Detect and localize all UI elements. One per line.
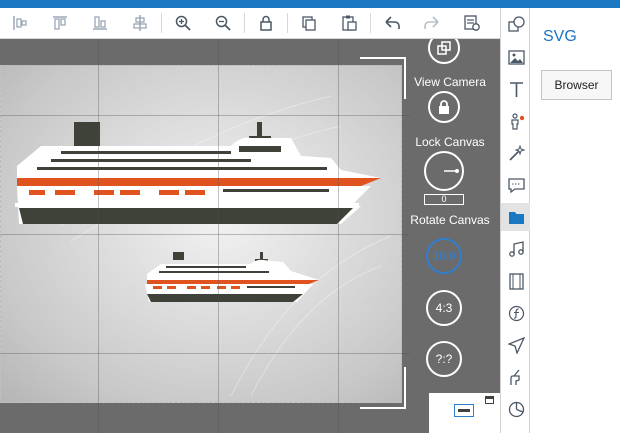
asset-panel: SVG Browser bbox=[530, 8, 620, 433]
music-icon[interactable] bbox=[501, 235, 531, 263]
folder-icon[interactable] bbox=[501, 203, 532, 231]
lock-icon[interactable] bbox=[246, 8, 286, 38]
film-icon[interactable] bbox=[501, 267, 531, 295]
pie-chart-icon[interactable] bbox=[501, 395, 531, 423]
rotate-canvas-dial[interactable] bbox=[424, 151, 464, 191]
view-camera-label: View Camera bbox=[414, 75, 486, 89]
ratio-4-3-button[interactable]: 4:3 bbox=[426, 290, 462, 326]
paste-icon[interactable] bbox=[329, 8, 369, 38]
view-camera-button[interactable] bbox=[428, 39, 460, 64]
workspace[interactable]: View Camera Lock Canvas 0 Rotate Canvas … bbox=[0, 39, 500, 433]
toolbar-separator bbox=[287, 13, 288, 33]
title-strip bbox=[0, 0, 620, 8]
align-bottom-icon[interactable] bbox=[80, 8, 120, 38]
function-icon[interactable] bbox=[501, 299, 531, 327]
large-ship-image bbox=[15, 122, 381, 224]
asset-category-bar bbox=[500, 8, 532, 433]
toolbar bbox=[0, 8, 500, 39]
minimize-icon[interactable] bbox=[485, 396, 494, 404]
hand-pen-icon[interactable] bbox=[501, 363, 531, 391]
ratio-custom-button[interactable]: ?:? bbox=[426, 341, 462, 377]
grid-line bbox=[338, 39, 339, 433]
align-center-icon[interactable] bbox=[120, 8, 160, 38]
properties-icon[interactable] bbox=[452, 8, 492, 38]
text-icon[interactable] bbox=[501, 75, 531, 103]
ratio-16-9-button[interactable]: 16:9 bbox=[426, 238, 462, 274]
camera-frame-corner bbox=[360, 367, 406, 409]
undo-icon[interactable] bbox=[372, 8, 412, 38]
toolbar-separator bbox=[161, 13, 162, 33]
magic-wand-icon[interactable] bbox=[501, 139, 531, 167]
toolbar-separator bbox=[370, 13, 371, 33]
small-ship-image bbox=[145, 252, 319, 302]
character-icon[interactable] bbox=[501, 107, 531, 135]
toolbar-separator bbox=[244, 13, 245, 33]
preview-frame bbox=[454, 404, 474, 417]
grid-line bbox=[98, 39, 99, 433]
rotate-dial-icon bbox=[444, 169, 459, 173]
grid-line bbox=[0, 353, 410, 354]
rotate-canvas-label: Rotate Canvas bbox=[410, 213, 490, 227]
grid-line bbox=[0, 115, 410, 116]
airplane-icon[interactable] bbox=[501, 331, 531, 359]
align-top-icon[interactable] bbox=[40, 8, 80, 38]
zoom-out-icon[interactable] bbox=[203, 8, 243, 38]
zoom-in-icon[interactable] bbox=[163, 8, 203, 38]
camera-frame-corner bbox=[360, 57, 406, 99]
panel-title: SVG bbox=[543, 28, 577, 45]
browser-button[interactable]: Browser bbox=[541, 70, 612, 100]
lock-canvas-label: Lock Canvas bbox=[415, 135, 485, 149]
speech-bubble-icon[interactable] bbox=[501, 171, 531, 199]
grid-line bbox=[218, 39, 219, 433]
copy-icon[interactable] bbox=[289, 8, 329, 38]
lock-canvas-button[interactable] bbox=[428, 91, 460, 123]
align-left-icon[interactable] bbox=[0, 8, 40, 38]
shapes-icon[interactable] bbox=[501, 10, 531, 38]
canvas-controls: View Camera Lock Canvas 0 Rotate Canvas … bbox=[402, 39, 498, 433]
preview-thumbnail[interactable] bbox=[429, 393, 500, 433]
image-icon[interactable] bbox=[501, 43, 531, 71]
view-camera-icon bbox=[437, 41, 451, 55]
lock-icon bbox=[439, 100, 449, 114]
redo-icon[interactable] bbox=[412, 8, 452, 38]
grid-line bbox=[0, 234, 410, 235]
rotate-value-field[interactable]: 0 bbox=[424, 194, 464, 205]
